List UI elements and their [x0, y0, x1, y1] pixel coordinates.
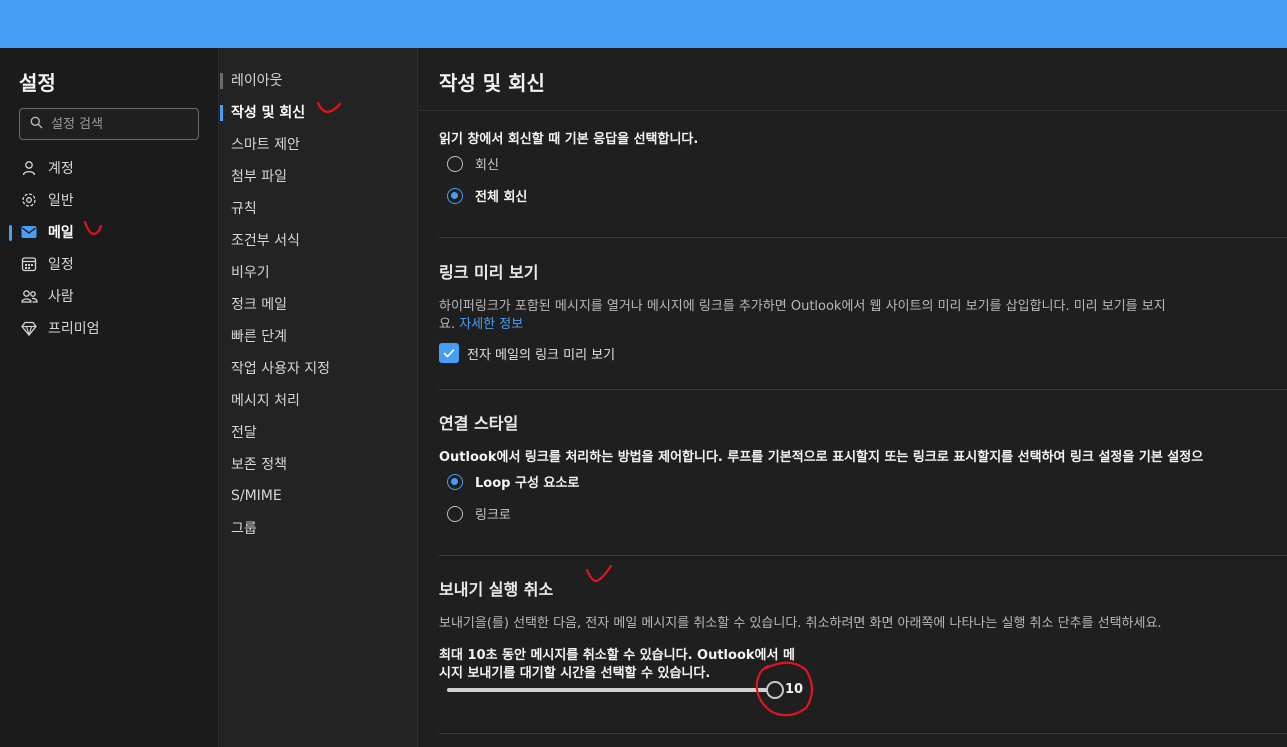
link-preview-checkbox[interactable]	[439, 343, 459, 363]
subnav-item-forwarding[interactable]: 전달	[220, 416, 418, 448]
sidebar-item-premium[interactable]: 프리미엄	[0, 312, 219, 344]
person-icon	[20, 159, 38, 177]
divider	[439, 389, 1287, 390]
subnav-item-conditional-formatting[interactable]: 조건부 서식	[220, 224, 418, 256]
sidebar-item-label: 메일	[48, 225, 74, 241]
sidebar-item-label: 프리미엄	[48, 321, 100, 337]
subnav-item-smime[interactable]: S/MIME	[220, 480, 418, 512]
radio-reply[interactable]: 회신	[447, 154, 499, 173]
subnav-item-layout[interactable]: 레이아웃	[220, 64, 418, 96]
people-icon	[20, 287, 38, 305]
subnav-item-junk-email[interactable]: 정크 메일	[220, 288, 418, 320]
checkbox-label: 전자 메일의 링크 미리 보기	[467, 347, 616, 363]
link-preview-heading: 링크 미리 보기	[439, 263, 539, 282]
sidebar-item-general[interactable]: 일반	[0, 184, 219, 216]
gear-icon	[20, 191, 38, 209]
subnav-item-groups[interactable]: 그룹	[220, 512, 418, 544]
slider-value: 10	[785, 682, 804, 697]
radio-reply-all[interactable]: 전체 회신	[447, 186, 527, 205]
subnav-item-sweep[interactable]: 비우기	[220, 256, 418, 288]
slider-thumb[interactable]	[766, 680, 784, 699]
page-title: 작성 및 회신	[439, 71, 545, 95]
undo-send-heading: 보내기 실행 취소	[439, 580, 554, 599]
sidebar-item-calendar[interactable]: 일정	[0, 248, 219, 280]
link-preview-description: 하이퍼링크가 포함된 메시지를 열거나 메시지에 링크를 추가하면 Outloo…	[439, 299, 1166, 314]
sidebar-item-mail[interactable]: 메일	[0, 216, 219, 248]
link-preview-checkbox-row[interactable]: 전자 메일의 링크 미리 보기	[439, 343, 615, 363]
subnav-item-smart-suggestions[interactable]: 스마트 제안	[220, 128, 418, 160]
radio-button[interactable]	[447, 505, 463, 522]
slider-fill	[447, 687, 775, 692]
undo-send-note-line2: 시지 보내기를 대기할 시간을 선택할 수 있습니다.	[439, 666, 711, 681]
subnav-item-quick-steps[interactable]: 빠른 단계	[220, 320, 418, 352]
calendar-icon	[20, 255, 38, 273]
sidebar-item-label: 일반	[48, 193, 74, 209]
connection-style-description: Outlook에서 링크를 처리하는 방법을 제어합니다. 루프를 기본적으로 …	[439, 450, 1204, 465]
divider	[439, 555, 1287, 556]
app-header-bar	[0, 0, 1287, 48]
sidebar-item-label: 계정	[48, 161, 74, 177]
sidebar-item-account[interactable]: 계정	[0, 152, 219, 184]
undo-send-note-line1: 최대 10초 동안 메시지를 취소할 수 있습니다. Outlook에서 메	[439, 648, 795, 663]
settings-title: 설정	[19, 71, 56, 95]
subnav-item-message-handling[interactable]: 메시지 처리	[220, 384, 418, 416]
divider	[439, 237, 1287, 238]
sidebar-item-label: 일정	[48, 257, 74, 273]
radio-label: 전체 회신	[475, 190, 528, 205]
undo-send-slider-row: 10	[447, 680, 804, 699]
learn-more-link[interactable]: 자세한 정보	[459, 317, 523, 332]
description-text: 요.	[439, 317, 456, 332]
sidebar-item-label: 사람	[48, 289, 74, 305]
settings-nav: 계정 일반 메일 일정 사람 프리미엄	[0, 152, 219, 344]
radio-loop-component[interactable]: Loop 구성 요소로	[447, 472, 579, 491]
checkmark-icon	[443, 348, 455, 358]
divider	[419, 110, 1287, 111]
radio-label: 링크로	[475, 508, 511, 523]
radio-button[interactable]	[447, 187, 463, 204]
radio-button[interactable]	[447, 155, 463, 172]
diamond-icon	[20, 319, 38, 337]
subnav-item-attachments[interactable]: 첨부 파일	[220, 160, 418, 192]
settings-content-pane: 작성 및 회신 읽기 창에서 회신할 때 기본 응답을 선택합니다. 회신 전체…	[419, 48, 1287, 747]
subnav-item-retention-policies[interactable]: 보존 정책	[220, 448, 418, 480]
link-preview-description-cont: 요. 자세한 정보	[439, 313, 523, 332]
search-icon	[30, 116, 43, 133]
radio-as-link[interactable]: 링크로	[447, 504, 511, 523]
divider	[439, 733, 1287, 734]
subnav-item-compose-reply[interactable]: 작성 및 회신	[220, 96, 418, 128]
radio-label: 회신	[475, 158, 499, 173]
settings-search-box[interactable]	[19, 108, 199, 140]
settings-search-input[interactable]	[51, 116, 191, 132]
connection-style-heading: 연결 스타일	[439, 414, 519, 433]
subnav-item-customize-actions[interactable]: 작업 사용자 지정	[220, 352, 418, 384]
mail-icon	[20, 223, 38, 241]
settings-sidebar: 설정 계정 일반 메일 일정	[0, 48, 219, 747]
mail-settings-subnav: 레이아웃 작성 및 회신 스마트 제안 첨부 파일 규칙 조건부 서식 비우기 …	[220, 48, 418, 747]
reply-default-prompt: 읽기 창에서 회신할 때 기본 응답을 선택합니다.	[439, 132, 699, 147]
radio-label: Loop 구성 요소로	[475, 476, 580, 491]
undo-send-slider[interactable]	[447, 680, 784, 699]
subnav-item-rules[interactable]: 규칙	[220, 192, 418, 224]
sidebar-item-people[interactable]: 사람	[0, 280, 219, 312]
undo-send-description: 보내기을(를) 선택한 다음, 전자 메일 메시지를 취소할 수 있습니다. 취…	[439, 616, 1162, 631]
radio-button[interactable]	[447, 473, 463, 490]
